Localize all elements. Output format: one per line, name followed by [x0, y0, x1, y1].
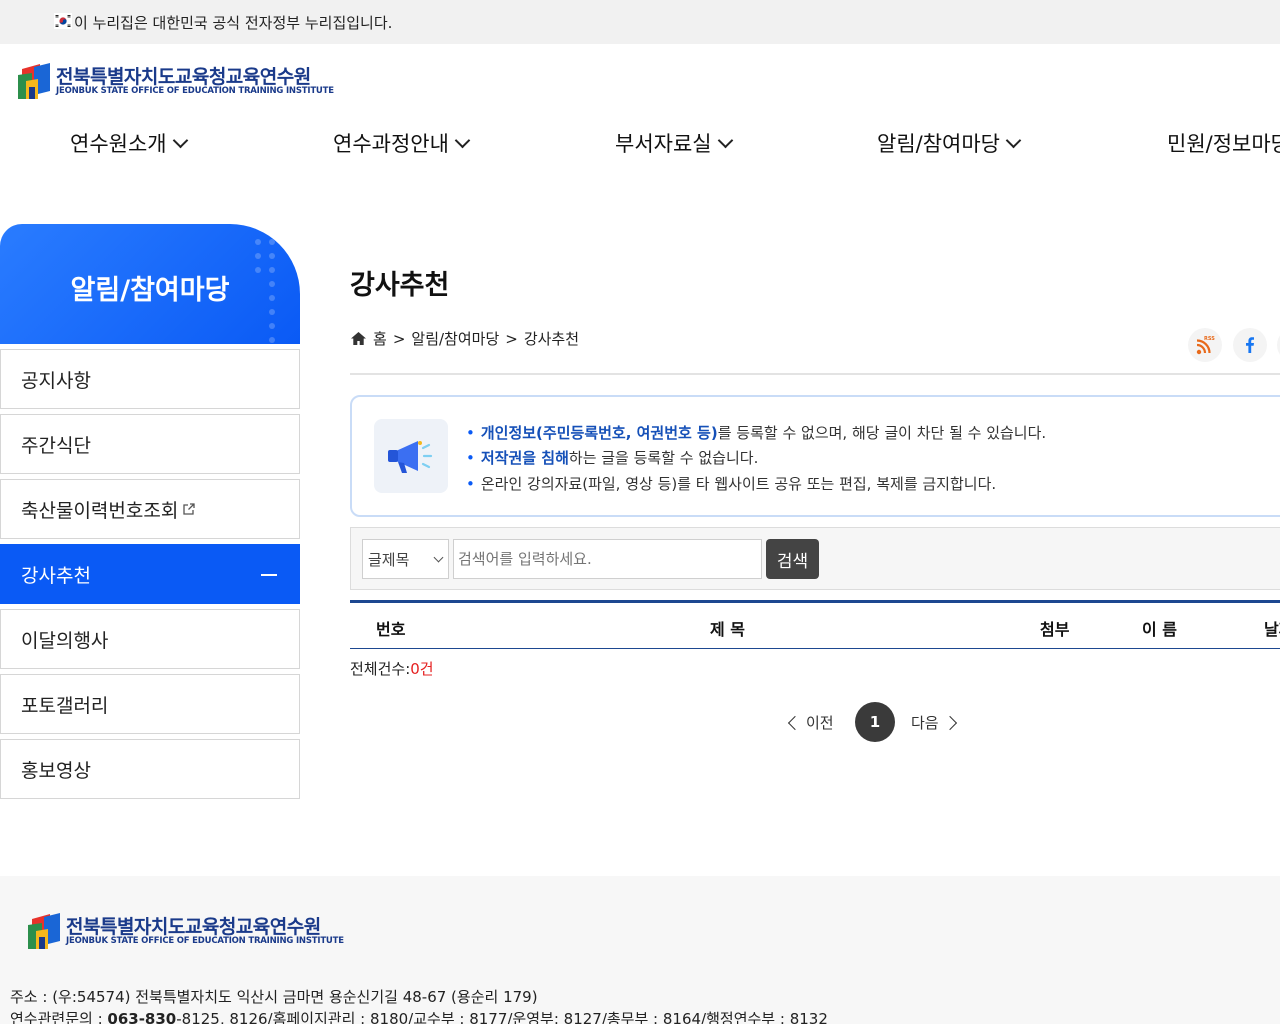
- logo-name-en: JEONBUK STATE OFFICE OF EDUCATION TRAINI…: [66, 936, 344, 946]
- chevron-down-icon: [433, 552, 444, 563]
- sidebar-item-photo-gallery[interactable]: 포토갤러리: [0, 674, 300, 734]
- logo-mark-icon: [18, 63, 50, 99]
- footer-tel-main: 063-830: [107, 1010, 177, 1024]
- notice-line: • 저작권을 침해하는 글을 등록할 수 없습니다.: [466, 449, 759, 467]
- search-input[interactable]: [453, 539, 762, 579]
- rss-icon: RSS: [1196, 336, 1215, 355]
- chevron-right-icon: [942, 715, 957, 730]
- footer-logo: 전북특별자치도교육청교육연수원 JEONBUK STATE OFFICE OF …: [28, 911, 344, 951]
- header-divider: [350, 373, 1280, 375]
- sidebar-item-label: 축산물이력번호조회: [21, 499, 179, 522]
- sidebar-item-notices[interactable]: 공지사항: [0, 349, 300, 409]
- sidebar-item-label: 주간식단: [21, 434, 91, 457]
- chevron-down-icon: [172, 132, 188, 148]
- minus-icon: [261, 574, 277, 576]
- board-table-header: 번호 제 목 첨부 이 름 날짜: [350, 600, 1280, 649]
- search-area: 글제목 검색: [350, 527, 1280, 590]
- sidebar-item-instructor-recommend[interactable]: 강사추천: [0, 544, 300, 604]
- facebook-share-button[interactable]: [1233, 328, 1267, 362]
- gnb-item-intro[interactable]: 연수원소개: [70, 128, 188, 158]
- sidebar-title: 알림/참여마당: [70, 275, 230, 306]
- prev-page-button[interactable]: 이전: [787, 712, 834, 733]
- col-attachment: 첨부: [1040, 620, 1070, 639]
- col-title: 제 목: [710, 620, 746, 639]
- sidebar-item-label: 이달의행사: [21, 629, 109, 652]
- search-button[interactable]: 검색: [766, 539, 819, 579]
- breadcrumb-separator: >: [505, 329, 518, 348]
- home-icon[interactable]: [350, 331, 367, 346]
- gov-banner-text: 이 누리집은 대한민국 공식 전자정부 누리집입니다.: [74, 14, 393, 32]
- sidebar-menu: 공지사항 주간식단 축산물이력번호조회 강사추천 이달의행사 포토갤러리 홍보영…: [0, 349, 300, 804]
- col-date: 날짜: [1264, 620, 1280, 639]
- search-field-value: 글제목: [368, 550, 410, 569]
- sidebar-item-weekly-menu[interactable]: 주간식단: [0, 414, 300, 474]
- sidebar-item-monthly-events[interactable]: 이달의행사: [0, 609, 300, 669]
- gnb-item-label: 연수원소개: [70, 132, 167, 156]
- next-page-button[interactable]: 다음: [911, 712, 957, 733]
- logo-name-en: JEONBUK STATE OFFICE OF EDUCATION TRAINI…: [56, 86, 334, 96]
- page-number-current[interactable]: 1: [855, 702, 895, 742]
- external-link-icon: [183, 503, 195, 515]
- search-field-select[interactable]: 글제목: [362, 539, 449, 579]
- breadcrumb-current: 강사추천: [523, 330, 580, 348]
- sidebar-item-label: 포토갤러리: [21, 694, 109, 717]
- rss-button[interactable]: RSS: [1188, 328, 1222, 362]
- logo-name-ko: 전북특별자치도교육청교육연수원: [66, 916, 321, 938]
- sidebar-item-promo-video[interactable]: 홍보영상: [0, 739, 300, 799]
- sidebar-item-label: 공지사항: [21, 369, 91, 392]
- sidebar-item-label: 강사추천: [21, 564, 91, 587]
- facebook-icon: [1246, 337, 1254, 353]
- sidebar-item-livestock-lookup[interactable]: 축산물이력번호조회: [0, 479, 300, 539]
- main-content: 강사추천 홈 > 알림/참여마당 > 강사추천 RSS • 개인정보(주민등록번…: [350, 0, 1280, 1024]
- footer: 전북특별자치도교육청교육연수원 JEONBUK STATE OFFICE OF …: [0, 876, 1280, 1024]
- total-count: 전체건수:0건: [350, 660, 434, 678]
- breadcrumb-section[interactable]: 알림/참여마당: [411, 328, 499, 349]
- notice-line: • 온라인 강의자료(파일, 영상 등)를 타 웹사이트 공유 또는 편집, 복제…: [466, 475, 997, 493]
- site-logo[interactable]: 전북특별자치도교육청교육연수원 JEONBUK STATE OFFICE OF …: [18, 61, 334, 101]
- logo-name-ko: 전북특별자치도교육청교육연수원: [56, 66, 311, 88]
- footer-address: 주소 : (우:54574) 전북특별자치도 익산시 금마면 용순신기길 48-…: [10, 988, 538, 1006]
- col-name: 이 름: [1142, 620, 1178, 639]
- sidebar-header: 알림/참여마당: [0, 224, 300, 344]
- total-count-value: 0건: [410, 660, 434, 678]
- notice-line: • 개인정보(주민등록번호, 여권번호 등)를 등록할 수 없으며, 해당 글이 …: [466, 424, 1047, 442]
- notice-box: • 개인정보(주민등록번호, 여권번호 등)를 등록할 수 없으며, 해당 글이 …: [350, 395, 1280, 517]
- breadcrumb-home[interactable]: 홈: [373, 328, 387, 349]
- footer-contact: 연수관련문의 : 063-830-8125, 8126/홈페이지관리 : 818…: [10, 1008, 828, 1024]
- page-title: 강사추천: [350, 270, 450, 301]
- chevron-left-icon: [787, 715, 803, 730]
- col-number: 번호: [376, 620, 406, 639]
- korea-flag-icon: [54, 13, 72, 29]
- svg-text:RSS: RSS: [1204, 336, 1215, 342]
- pagination: 이전 1 다음: [787, 702, 970, 742]
- breadcrumb-separator: >: [392, 329, 406, 348]
- megaphone-icon: [374, 419, 448, 493]
- sidebar-item-label: 홍보영상: [21, 759, 91, 782]
- logo-mark-icon: [28, 913, 60, 949]
- breadcrumb: 홈 > 알림/참여마당 > 강사추천: [350, 328, 579, 349]
